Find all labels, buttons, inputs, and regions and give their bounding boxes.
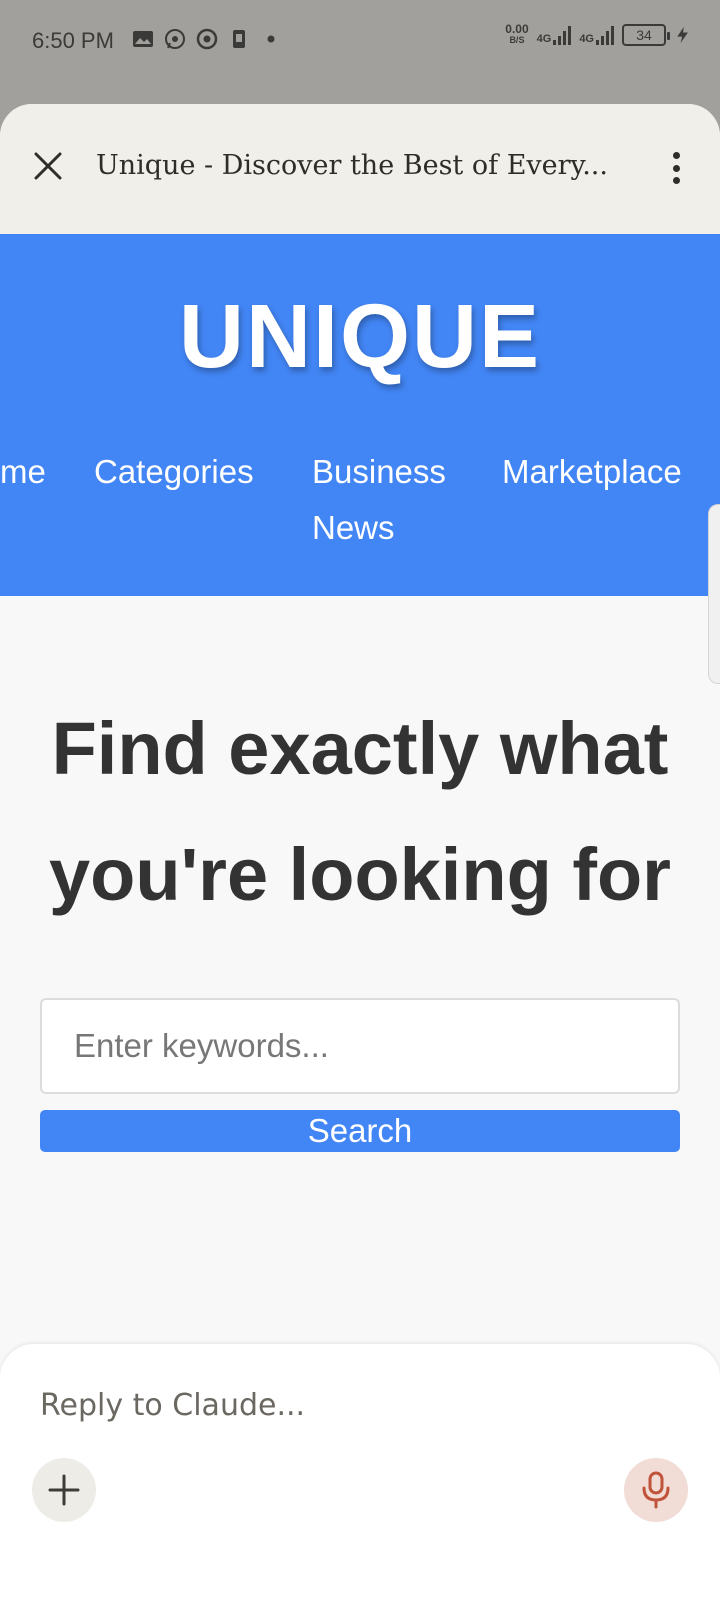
network-1-label: 4G <box>536 33 552 45</box>
whatsapp-icon <box>165 29 185 49</box>
side-panel-handle[interactable] <box>708 504 720 684</box>
network-1: 4G <box>537 25 572 45</box>
add-attachment-button[interactable] <box>32 1458 96 1522</box>
status-bar: 6:50 PM 0.00 B/S 4G 4G 34 <box>0 0 720 82</box>
site-header: UNIQUE me Categories Business News Marke… <box>0 234 720 596</box>
network-2: 4G <box>579 25 614 45</box>
browser-sheet: Unique - Discover the Best of Every... U… <box>0 104 720 1612</box>
page-title: Unique - Discover the Best of Every... <box>96 150 608 181</box>
microphone-icon <box>642 1471 670 1509</box>
nav-categories[interactable]: Categories <box>94 444 254 500</box>
close-icon <box>34 152 62 180</box>
gallery-icon <box>133 31 153 47</box>
search-button[interactable]: Search <box>40 1110 680 1152</box>
more-options-button[interactable] <box>664 148 688 188</box>
signal-icon <box>553 25 572 45</box>
chrome-icon <box>196 28 218 50</box>
sheet-header: Unique - Discover the Best of Every... <box>0 104 720 234</box>
system-indicators: 0.00 B/S 4G 4G 34 <box>505 22 692 46</box>
menu-dot-icon <box>672 152 680 159</box>
reply-composer <box>0 1344 720 1612</box>
network-speed: 0.00 B/S <box>505 22 529 46</box>
status-time: 6:50 PM <box>32 28 114 53</box>
network-2-label: 4G <box>579 33 594 45</box>
speed-unit: B/S <box>509 35 525 45</box>
site-logo[interactable]: UNIQUE <box>0 286 720 389</box>
microphone-button[interactable] <box>624 1458 688 1522</box>
search-input[interactable] <box>40 998 680 1094</box>
speed-value: 0.00 <box>505 22 529 36</box>
menu-dot-icon <box>672 177 680 184</box>
notification-icons <box>132 28 282 50</box>
dot-icon <box>267 35 275 43</box>
charging-icon <box>677 26 688 44</box>
nav-home[interactable]: me <box>0 444 46 500</box>
nav-marketplace[interactable]: Marketplace <box>502 444 682 500</box>
battery-level: 34 <box>636 27 652 43</box>
plus-icon <box>48 1474 80 1506</box>
signal-icon <box>596 25 614 45</box>
nav-business-news[interactable]: Business News <box>312 444 462 556</box>
close-button[interactable] <box>30 148 66 184</box>
reply-input[interactable] <box>40 1380 680 1430</box>
hero-title: Find exactly what you're looking for <box>49 707 671 916</box>
sim-icon <box>233 30 245 48</box>
menu-dot-icon <box>672 164 680 172</box>
battery-icon: 34 <box>622 24 670 46</box>
